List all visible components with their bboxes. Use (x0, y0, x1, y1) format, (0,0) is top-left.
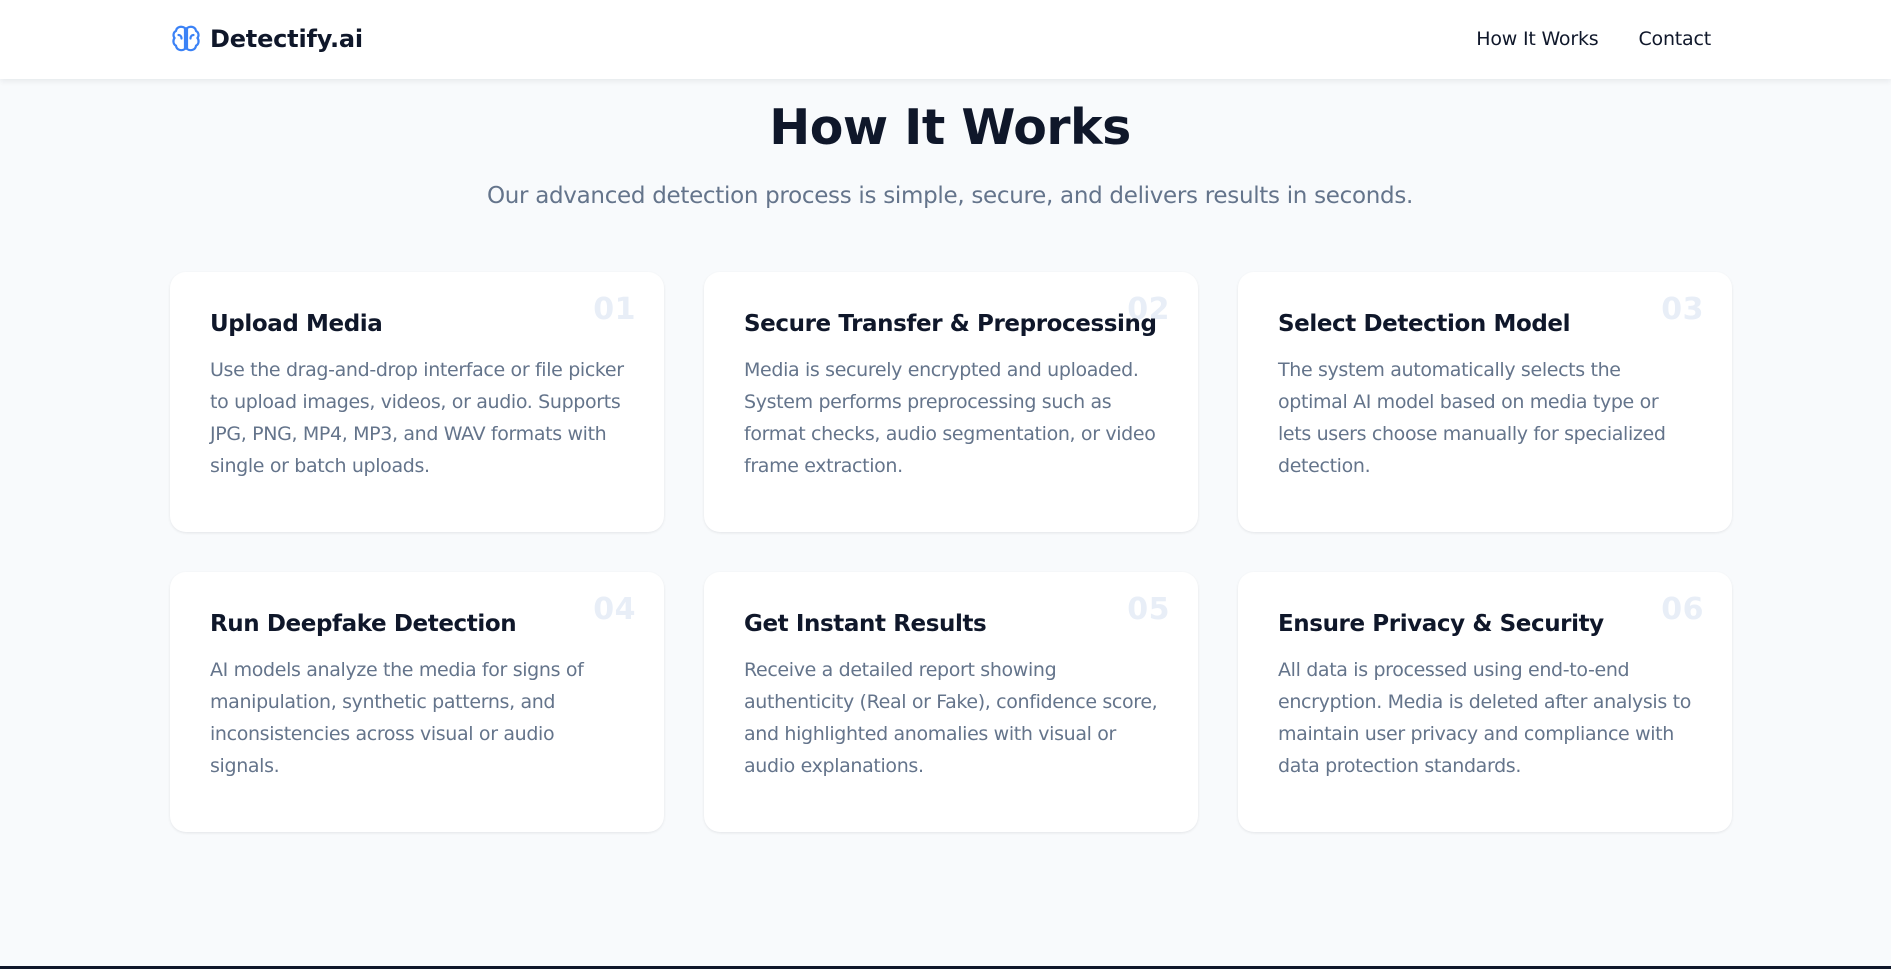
step-description: Receive a detailed report showing authen… (744, 659, 1158, 777)
section-subtitle: Our advanced detection process is simple… (486, 183, 1414, 209)
steps-grid: 01 Upload Media Use the drag-and-drop in… (170, 272, 1732, 832)
step-card-select-model: 03 Select Detection Model The system aut… (1238, 272, 1732, 532)
step-card-instant-results: 05 Get Instant Results Receive a detaile… (704, 572, 1198, 832)
step-card-privacy-security: 06 Ensure Privacy & Security All data is… (1238, 572, 1732, 832)
step-card-upload-media: 01 Upload Media Use the drag-and-drop in… (170, 272, 664, 532)
step-title: Upload Media (210, 311, 383, 337)
step-card-secure-transfer: 02 Secure Transfer & Preprocessing Media… (704, 272, 1198, 532)
navbar: Detectify.ai How It Works Contact (0, 0, 1891, 79)
step-title: Get Instant Results (744, 611, 987, 637)
brand-logo-link[interactable]: Detectify.ai (170, 22, 363, 56)
section-title: How It Works (769, 99, 1131, 156)
step-title: Ensure Privacy & Security (1278, 611, 1604, 637)
step-title: Select Detection Model (1278, 311, 1571, 337)
step-description: Media is securely encrypted and uploaded… (744, 359, 1156, 477)
step-description: AI models analyze the media for signs of… (210, 659, 584, 777)
brain-icon (172, 25, 200, 52)
step-description: Use the drag-and-drop interface or file … (210, 359, 624, 477)
brand-name: Detectify.ai (210, 25, 363, 53)
nav-link-contact[interactable]: Contact (1638, 26, 1711, 52)
step-title: Run Deepfake Detection (210, 611, 517, 637)
nav-links: How It Works Contact (1476, 26, 1711, 52)
nav-link-how-it-works[interactable]: How It Works (1476, 26, 1598, 52)
step-description: All data is processed using end-to-end e… (1278, 659, 1691, 777)
step-title: Secure Transfer & Preprocessing (744, 311, 1157, 337)
step-card-run-detection: 04 Run Deepfake Detection AI models anal… (170, 572, 664, 832)
step-description: The system automatically selects the opt… (1278, 359, 1666, 477)
